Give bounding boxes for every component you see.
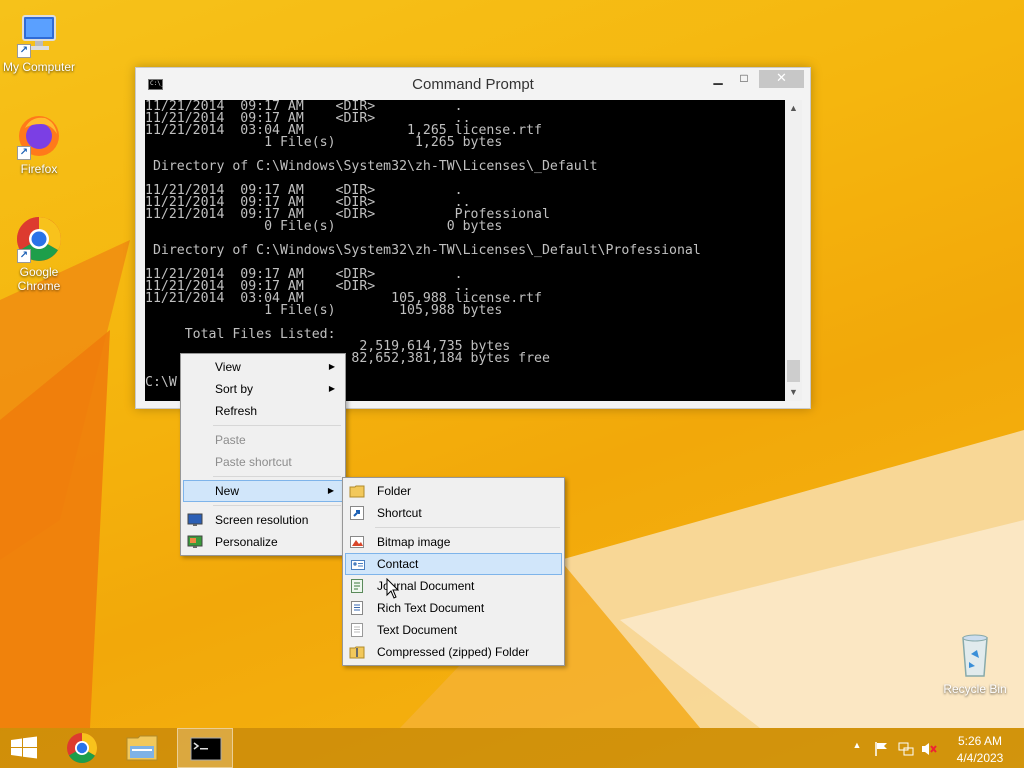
menu-item-label: Personalize	[215, 535, 278, 549]
desktop-context-menu: View ▶ Sort by ▶ Refresh Paste Paste sho…	[180, 353, 346, 556]
menu-item-new-folder[interactable]: Folder	[345, 480, 562, 502]
shortcut-icon	[350, 506, 364, 520]
menu-item-new-journal[interactable]: Journal Document	[345, 575, 562, 597]
desktop-icon-my-computer[interactable]: ↗ My Computer	[0, 10, 79, 74]
taskbar-chrome[interactable]	[58, 728, 106, 768]
menu-item-label: Contact	[377, 557, 419, 571]
start-button[interactable]	[0, 728, 48, 768]
menu-item-personalize[interactable]: Personalize	[183, 531, 343, 553]
menu-item-new-text[interactable]: Text Document	[345, 619, 562, 641]
menu-separator	[375, 527, 560, 528]
chrome-icon: ↗	[15, 215, 63, 263]
personalize-icon	[187, 535, 203, 548]
menu-item-label: Sort by	[215, 382, 254, 396]
menu-item-paste[interactable]: Paste	[183, 429, 343, 451]
desktop-icon-label: Google Chrome	[17, 265, 61, 293]
monitor-icon	[187, 513, 203, 526]
file-explorer-icon	[126, 735, 158, 761]
menu-item-paste-shortcut[interactable]: Paste shortcut	[183, 451, 343, 473]
menu-item-label: Refresh	[215, 404, 258, 418]
rich-text-icon	[351, 601, 363, 615]
menu-item-label: Screen resolution	[215, 513, 309, 527]
desktop-icon-chrome[interactable]: ↗ Google Chrome	[0, 215, 79, 293]
shortcut-arrow-icon: ↗	[17, 146, 31, 160]
menu-item-label: Shortcut	[377, 506, 422, 520]
text-document-icon	[351, 623, 363, 637]
close-button[interactable]: ✕	[759, 70, 804, 88]
clock-time[interactable]: 5:26 AM	[948, 734, 1012, 748]
menu-item-new-rich-text[interactable]: Rich Text Document	[345, 597, 562, 619]
menu-item-view[interactable]: View ▶	[183, 356, 343, 378]
menu-item-new-shortcut[interactable]: Shortcut	[345, 502, 562, 524]
menu-separator	[213, 476, 341, 477]
show-hidden-icons-chevron-icon[interactable]: ▲	[851, 740, 863, 750]
scroll-down-arrow-icon[interactable]: ▼	[785, 384, 802, 401]
bitmap-icon	[350, 536, 364, 548]
menu-item-label: Paste	[215, 433, 246, 447]
maximize-button[interactable]: □	[734, 70, 754, 88]
submenu-arrow-icon: ▶	[328, 362, 335, 371]
new-submenu: Folder Shortcut Bitmap image Contact Jou…	[342, 477, 565, 666]
taskbar-file-explorer[interactable]	[118, 728, 166, 768]
computer-icon: ↗	[15, 10, 63, 58]
menu-item-label: New	[215, 484, 240, 498]
menu-item-refresh[interactable]: Refresh	[183, 400, 343, 422]
title-bar[interactable]: C:\_ Command Prompt ▁ □ ✕	[136, 68, 810, 100]
menu-separator	[213, 425, 341, 426]
chrome-icon	[67, 733, 98, 764]
minimize-button[interactable]: ▁	[708, 70, 728, 88]
firefox-icon: ↗	[15, 112, 63, 160]
desktop-icon-label: Firefox	[20, 162, 58, 176]
menu-item-label: Rich Text Document	[377, 601, 485, 615]
shortcut-arrow-icon: ↗	[17, 249, 31, 263]
flag-icon[interactable]	[874, 741, 890, 757]
taskbar: ▲ 5:26 AM 4/4/2023	[0, 728, 1024, 768]
menu-separator	[213, 505, 341, 506]
menu-item-label: Compressed (zipped) Folder	[377, 645, 530, 659]
menu-item-label: Paste shortcut	[215, 455, 292, 469]
folder-icon	[349, 485, 365, 498]
console-text: 11/21/2014 09:17 AM <DIR> . 11/21/2014 0…	[145, 100, 701, 390]
desktop-icon-label: Recycle Bin	[943, 682, 1007, 696]
menu-item-new[interactable]: New ▶	[183, 480, 343, 502]
desktop-icon-firefox[interactable]: ↗ Firefox	[0, 112, 79, 176]
vertical-scrollbar[interactable]: ▲ ▼	[785, 100, 802, 401]
desktop-icon-label: My Computer	[2, 60, 76, 74]
menu-item-sort-by[interactable]: Sort by ▶	[183, 378, 343, 400]
journal-icon	[351, 579, 363, 593]
menu-item-label: View	[215, 360, 241, 374]
zip-folder-icon	[349, 646, 365, 659]
contact-icon	[351, 560, 365, 570]
speaker-muted-icon[interactable]	[921, 741, 939, 757]
mouse-cursor-icon	[386, 578, 400, 599]
submenu-arrow-icon: ▶	[327, 486, 334, 495]
menu-item-label: Text Document	[377, 623, 458, 637]
menu-item-new-bitmap[interactable]: Bitmap image	[345, 531, 562, 553]
shortcut-arrow-icon: ↗	[17, 44, 31, 58]
desktop-icon-recycle-bin[interactable]: Recycle Bin	[935, 632, 1015, 696]
windows-logo-icon	[11, 736, 37, 759]
menu-item-label: Bitmap image	[377, 535, 451, 549]
scroll-up-arrow-icon[interactable]: ▲	[785, 100, 802, 117]
scroll-thumb[interactable]	[787, 360, 800, 382]
clock-date[interactable]: 4/4/2023	[948, 751, 1012, 765]
menu-item-label: Folder	[377, 484, 412, 498]
recycle-bin-icon	[951, 632, 999, 680]
network-icon[interactable]	[898, 741, 914, 757]
taskbar-command-prompt[interactable]	[177, 728, 233, 768]
menu-item-new-contact[interactable]: Contact	[345, 553, 562, 575]
menu-item-new-zip[interactable]: Compressed (zipped) Folder	[345, 641, 562, 663]
submenu-arrow-icon: ▶	[328, 384, 335, 393]
menu-item-screen-resolution[interactable]: Screen resolution	[183, 509, 343, 531]
cmd-icon	[190, 737, 222, 761]
